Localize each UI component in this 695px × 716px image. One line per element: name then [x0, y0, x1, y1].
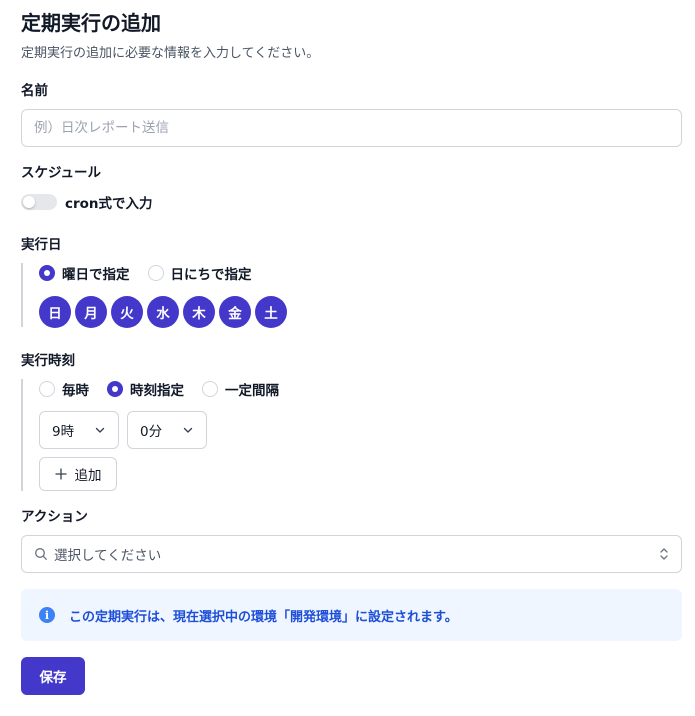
chevron-down-icon: [182, 424, 194, 436]
chevron-down-icon: [94, 424, 106, 436]
toggle-knob: [23, 196, 35, 208]
run-time-group: 毎時 時刻指定 一定間隔 9時 0分 追加: [21, 379, 279, 491]
radio-option-interval[interactable]: 一定間隔: [202, 379, 279, 399]
radio-interval[interactable]: [202, 381, 218, 397]
info-icon: i: [39, 607, 55, 623]
time-select-row: 9時 0分: [39, 411, 279, 449]
hour-select[interactable]: 9時: [39, 411, 119, 449]
run-day-radio-group: 曜日で指定 日にちで指定: [39, 263, 287, 283]
name-label: 名前: [21, 83, 48, 99]
name-input[interactable]: [21, 109, 682, 147]
radio-specific-time-label: 時刻指定: [130, 383, 184, 399]
action-label: アクション: [21, 509, 88, 525]
cron-toggle-row: cron式で入力: [21, 192, 153, 212]
weekday-mon[interactable]: 月: [75, 296, 107, 328]
weekday-wed[interactable]: 水: [147, 296, 179, 328]
environment-alert: i この定期実行は、現在選択中の環境「開発環境」に設定されます。: [21, 589, 682, 641]
radio-hourly[interactable]: [39, 381, 55, 397]
weekday-sat[interactable]: 土: [255, 296, 287, 328]
radio-weekday-label: 曜日で指定: [62, 267, 130, 283]
radio-option-date[interactable]: 日にちで指定: [147, 263, 252, 283]
cron-toggle[interactable]: [21, 194, 57, 210]
weekday-sun[interactable]: 日: [39, 296, 71, 328]
radio-hourly-label: 毎時: [62, 383, 89, 399]
chevron-up-down-icon: [659, 547, 669, 561]
minute-select[interactable]: 0分: [127, 411, 207, 449]
weekday-selector: 日 月 火 水 木 金 土: [39, 296, 287, 328]
schedule-label: スケジュール: [21, 165, 102, 181]
radio-date[interactable]: [147, 265, 164, 281]
plus-icon: [54, 468, 67, 480]
action-combobox[interactable]: 選択してください: [21, 535, 682, 573]
radio-date-label: 日にちで指定: [170, 267, 252, 283]
environment-alert-text: この定期実行は、現在選択中の環境「開発環境」に設定されます。: [69, 609, 458, 625]
page-title: 定期実行の追加: [21, 11, 161, 35]
weekday-fri[interactable]: 金: [219, 296, 251, 328]
save-button[interactable]: 保存: [21, 657, 85, 695]
hour-select-value: 9時: [52, 424, 75, 440]
cron-toggle-label[interactable]: cron式で入力: [65, 192, 153, 212]
add-time-button-label: 追加: [74, 468, 102, 484]
weekday-tue[interactable]: 火: [111, 296, 143, 328]
run-day-group: 曜日で指定 日にちで指定 日 月 火 水 木 金 土: [21, 263, 287, 328]
run-day-label: 実行日: [21, 237, 62, 253]
radio-option-weekday[interactable]: 曜日で指定: [39, 263, 130, 283]
radio-option-hourly[interactable]: 毎時: [39, 379, 89, 399]
minute-select-value: 0分: [140, 424, 163, 440]
add-time-button[interactable]: 追加: [39, 457, 117, 491]
radio-option-specific-time[interactable]: 時刻指定: [107, 379, 184, 399]
search-icon: [34, 547, 48, 561]
run-time-radio-group: 毎時 時刻指定 一定間隔: [39, 379, 279, 399]
weekday-thu[interactable]: 木: [183, 296, 215, 328]
page-description: 定期実行の追加に必要な情報を入力してください。: [21, 46, 320, 61]
radio-weekday[interactable]: [39, 265, 55, 281]
radio-specific-time[interactable]: [107, 381, 123, 397]
run-time-label: 実行時刻: [21, 353, 75, 369]
action-combobox-placeholder: 選択してください: [54, 548, 162, 564]
radio-interval-label: 一定間隔: [225, 383, 279, 399]
